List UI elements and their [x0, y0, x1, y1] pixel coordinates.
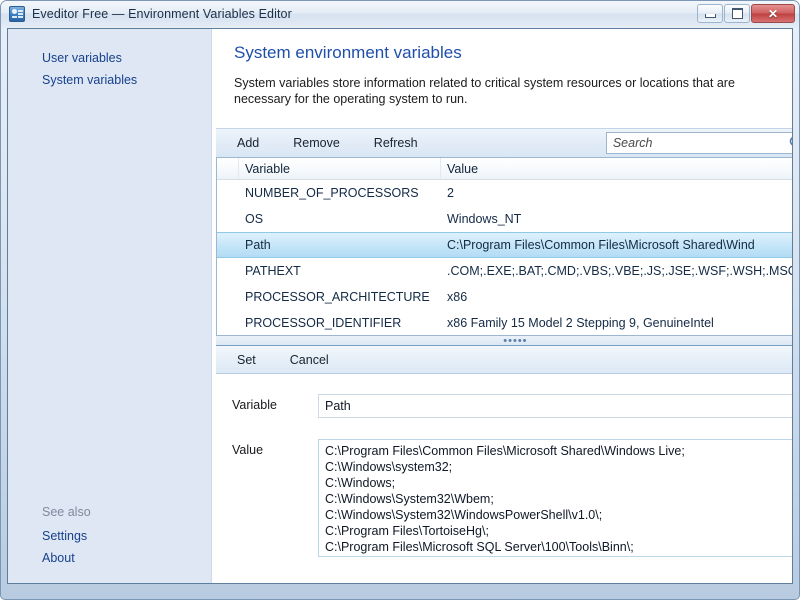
- maximize-button[interactable]: [724, 4, 750, 23]
- variable-field-row: Variable: [228, 394, 793, 418]
- cell-variable: PROCESSOR_IDENTIFIER: [239, 316, 441, 330]
- sidebar-item-system-variables[interactable]: System variables: [8, 69, 211, 91]
- cell-value: Windows_NT: [441, 212, 793, 226]
- sidebar-item-user-variables[interactable]: User variables: [8, 47, 211, 69]
- search-icon[interactable]: [788, 135, 793, 151]
- horizontal-splitter[interactable]: •••••: [216, 336, 793, 346]
- value-field-row: Value C:\Program Files\Common Files\Micr…: [228, 439, 793, 557]
- edit-toolbar: Set Cancel: [216, 346, 793, 374]
- client-area: User variables System variables See also…: [7, 28, 793, 584]
- title-bar: Eveditor Free — Environment Variables Ed…: [1, 1, 799, 27]
- variable-input[interactable]: [318, 394, 793, 418]
- grid-header-gutter: [217, 158, 239, 179]
- table-row[interactable]: PROCESSOR_IDENTIFIER x86 Family 15 Model…: [217, 310, 793, 335]
- cell-variable: PATHEXT: [239, 264, 441, 278]
- add-button[interactable]: Add: [224, 132, 272, 154]
- sidebar-item-settings[interactable]: Settings: [8, 525, 211, 547]
- content-pane: System environment variables System vari…: [212, 29, 793, 583]
- refresh-button[interactable]: Refresh: [361, 132, 431, 154]
- variable-field-label: Variable: [228, 394, 318, 412]
- search-input[interactable]: [613, 136, 788, 150]
- remove-button[interactable]: Remove: [280, 132, 353, 154]
- close-icon: ✕: [752, 5, 794, 22]
- page-description: System variables store information relat…: [234, 75, 779, 107]
- value-vertical-scrollbar[interactable]: [792, 440, 793, 556]
- cell-variable: OS: [239, 212, 441, 226]
- table-row[interactable]: PROCESSOR_ARCHITECTURE x86: [217, 284, 793, 310]
- maximize-icon: [725, 5, 749, 22]
- close-button[interactable]: ✕: [751, 4, 795, 23]
- cell-value: .COM;.EXE;.BAT;.CMD;.VBS;.VBE;.JS;.JSE;.…: [441, 264, 793, 278]
- value-field-label: Value: [228, 439, 318, 457]
- cell-value: x86: [441, 290, 793, 304]
- cell-value: C:\Program Files\Common Files\Microsoft …: [441, 238, 793, 252]
- set-button[interactable]: Set: [224, 349, 269, 371]
- grid-header-row: Variable Value: [217, 158, 793, 180]
- column-header-variable[interactable]: Variable: [239, 158, 441, 179]
- sidebar-item-about[interactable]: About: [8, 547, 211, 569]
- main-toolbar: Add Remove Refresh: [216, 128, 793, 158]
- see-also-label: See also: [8, 501, 211, 525]
- cell-variable: PROCESSOR_ARCHITECTURE: [239, 290, 441, 304]
- column-header-value[interactable]: Value: [441, 158, 793, 179]
- splitter-grip-icon: •••••: [503, 338, 527, 344]
- table-row-selected[interactable]: Path C:\Program Files\Common Files\Micro…: [217, 232, 793, 258]
- minimize-button[interactable]: [697, 4, 723, 23]
- see-also-group: See also Settings About: [8, 501, 211, 569]
- monitor-icon: [9, 6, 25, 22]
- cell-value: 2: [441, 186, 793, 200]
- search-box[interactable]: [606, 132, 793, 154]
- application-window: Eveditor Free — Environment Variables Ed…: [0, 0, 800, 600]
- cell-variable: Path: [239, 238, 441, 252]
- variables-table: Variable Value NUMBER_OF_PROCESSORS 2 O: [216, 158, 793, 336]
- edit-form: Variable Value C:\Program Files\Common F…: [212, 374, 793, 583]
- window-controls: ✕: [697, 4, 795, 23]
- window-title: Eveditor Free — Environment Variables Ed…: [32, 7, 292, 21]
- header-block: System environment variables System vari…: [212, 29, 793, 115]
- value-textarea[interactable]: C:\Program Files\Common Files\Microsoft …: [318, 439, 793, 557]
- cell-variable: NUMBER_OF_PROCESSORS: [239, 186, 441, 200]
- table-row[interactable]: NUMBER_OF_PROCESSORS 2: [217, 180, 793, 206]
- variables-grid: Variable Value NUMBER_OF_PROCESSORS 2 O: [217, 158, 793, 335]
- page-title: System environment variables: [234, 43, 793, 63]
- table-row[interactable]: PATHEXT .COM;.EXE;.BAT;.CMD;.VBS;.VBE;.J…: [217, 258, 793, 284]
- cell-value: x86 Family 15 Model 2 Stepping 9, Genuin…: [441, 316, 793, 330]
- cancel-button[interactable]: Cancel: [277, 349, 342, 371]
- value-text-content[interactable]: C:\Program Files\Common Files\Microsoft …: [319, 440, 792, 556]
- table-row[interactable]: OS Windows_NT: [217, 206, 793, 232]
- sidebar: User variables System variables See also…: [8, 29, 212, 583]
- minimize-icon: [698, 5, 722, 22]
